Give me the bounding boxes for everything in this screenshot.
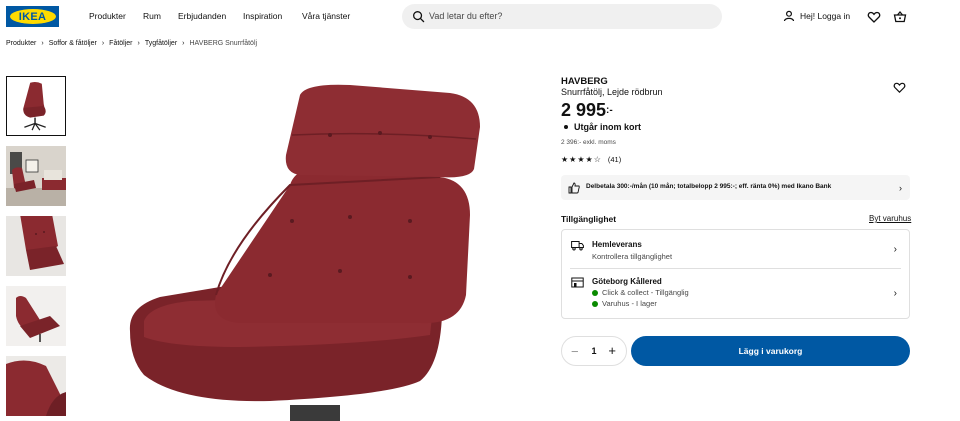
status-dot-green (592, 300, 598, 307)
chevron-right-icon: › (893, 244, 897, 255)
chevron-right-icon: › (41, 40, 44, 47)
availability-title: Tillgänglighet (561, 214, 617, 224)
truck-icon (571, 241, 584, 251)
chair-image (7, 77, 65, 135)
login-label: Hej! Logga in (800, 11, 851, 21)
site-header: IKEA Produkter Rum Erbjudanden Inspirati… (0, 0, 960, 35)
star-rating-icons: ★★★★☆ (561, 155, 602, 164)
availability-box: Hemleverans Kontrollera tillgänglighet ›… (561, 229, 910, 319)
search-placeholder: Vad letar du efter? (429, 11, 503, 21)
breadcrumb-item[interactable]: Fåtöljer (109, 40, 132, 47)
chevron-right-icon: › (101, 40, 105, 47)
rating[interactable]: ★★★★☆ (41) (561, 155, 621, 164)
nav-item-erbjudanden[interactable]: Erbjudanden (178, 11, 226, 21)
status-dot (564, 125, 568, 129)
click-collect-status: Click & collect - Tillgänglig (592, 288, 689, 297)
home-delivery-row[interactable]: Hemleverans Kontrollera tillgänglighet › (562, 230, 909, 268)
chair-detail-image (6, 356, 66, 416)
store-name: Göteborg Kållered (592, 277, 662, 286)
logo-text: IKEA (18, 10, 47, 23)
cart-icon[interactable] (893, 10, 907, 24)
product-main-image (129, 84, 480, 421)
chevron-right-icon: › (893, 288, 897, 299)
search-icon (413, 11, 425, 23)
price-amount: 2 995 (561, 100, 607, 120)
financing-banner[interactable]: Delbetala 300:-/mån (10 mån; totalbelopp… (561, 175, 910, 200)
breadcrumb: Produkter › Soffor & fåtöljer › Fåtöljer… (6, 40, 257, 47)
breadcrumb-item[interactable]: Produkter (6, 40, 36, 47)
product-price: 2 995:- (561, 100, 613, 121)
breadcrumb-item[interactable]: Soffor & fåtöljer (49, 40, 97, 47)
search-input[interactable]: Vad letar du efter? (402, 4, 722, 29)
stock-status-label: Utgår inom kort (574, 122, 642, 132)
thumbs-up-icon (568, 182, 580, 194)
breadcrumb-item[interactable]: Tygfåtöljer (145, 40, 177, 47)
add-to-cart-button[interactable]: Lägg i varukorg (631, 336, 910, 366)
heart-icon[interactable] (867, 10, 881, 24)
home-delivery-subtitle: Kontrollera tillgänglighet (592, 252, 673, 261)
stock-status: Utgår inom kort (561, 122, 641, 132)
financing-text: Delbetala 300:-/mån (10 mån; totalbelopp… (586, 183, 832, 190)
add-to-favorites-button[interactable] (893, 81, 906, 94)
product-name: HAVBERG (561, 76, 608, 87)
thumbnail-angle[interactable] (6, 286, 66, 346)
review-count: (41) (607, 155, 622, 164)
quantity-value[interactable]: 1 (562, 346, 626, 356)
store-row[interactable]: Göteborg Kållered Click & collect - Till… (562, 269, 909, 319)
nav-item-inspiration[interactable]: Inspiration (243, 11, 282, 21)
nav-item-tjanster[interactable]: Våra tjänster (302, 11, 350, 21)
thumbnail-side[interactable] (6, 216, 66, 276)
ikea-logo[interactable]: IKEA (6, 6, 59, 27)
price-suffix: :- (606, 105, 613, 116)
quantity-stepper: − 1 + (561, 336, 627, 366)
thumbnail-detail[interactable] (6, 356, 66, 416)
store-icon (571, 277, 584, 288)
room-image (6, 146, 66, 206)
breadcrumb-current: HAVBERG Snurrfåtölj (189, 40, 258, 47)
change-store-link[interactable]: Byt varuhus (869, 214, 911, 223)
chair-angle-image (6, 286, 66, 346)
nav-item-produkter[interactable]: Produkter (89, 11, 126, 21)
chair-side-image (6, 216, 66, 276)
product-description: Snurrfåtölj, Lejde rödbrun (561, 87, 663, 97)
chevron-right-icon: › (899, 183, 902, 193)
thumbnail-front[interactable] (6, 76, 66, 136)
nav-item-rum[interactable]: Rum (143, 11, 161, 21)
price-exkl-moms: 2 396:- exkl. moms (561, 139, 616, 146)
home-delivery-title: Hemleverans (592, 240, 642, 249)
login-link[interactable]: Hej! Logga in (783, 10, 850, 22)
person-icon (783, 10, 795, 22)
chevron-right-icon: › (182, 40, 185, 47)
status-dot-green (592, 289, 598, 296)
thumbnail-room[interactable] (6, 146, 66, 206)
in-store-status: Varuhus - I lager (592, 299, 657, 308)
chevron-right-icon: › (137, 40, 140, 47)
increase-quantity-button[interactable]: + (608, 343, 616, 358)
